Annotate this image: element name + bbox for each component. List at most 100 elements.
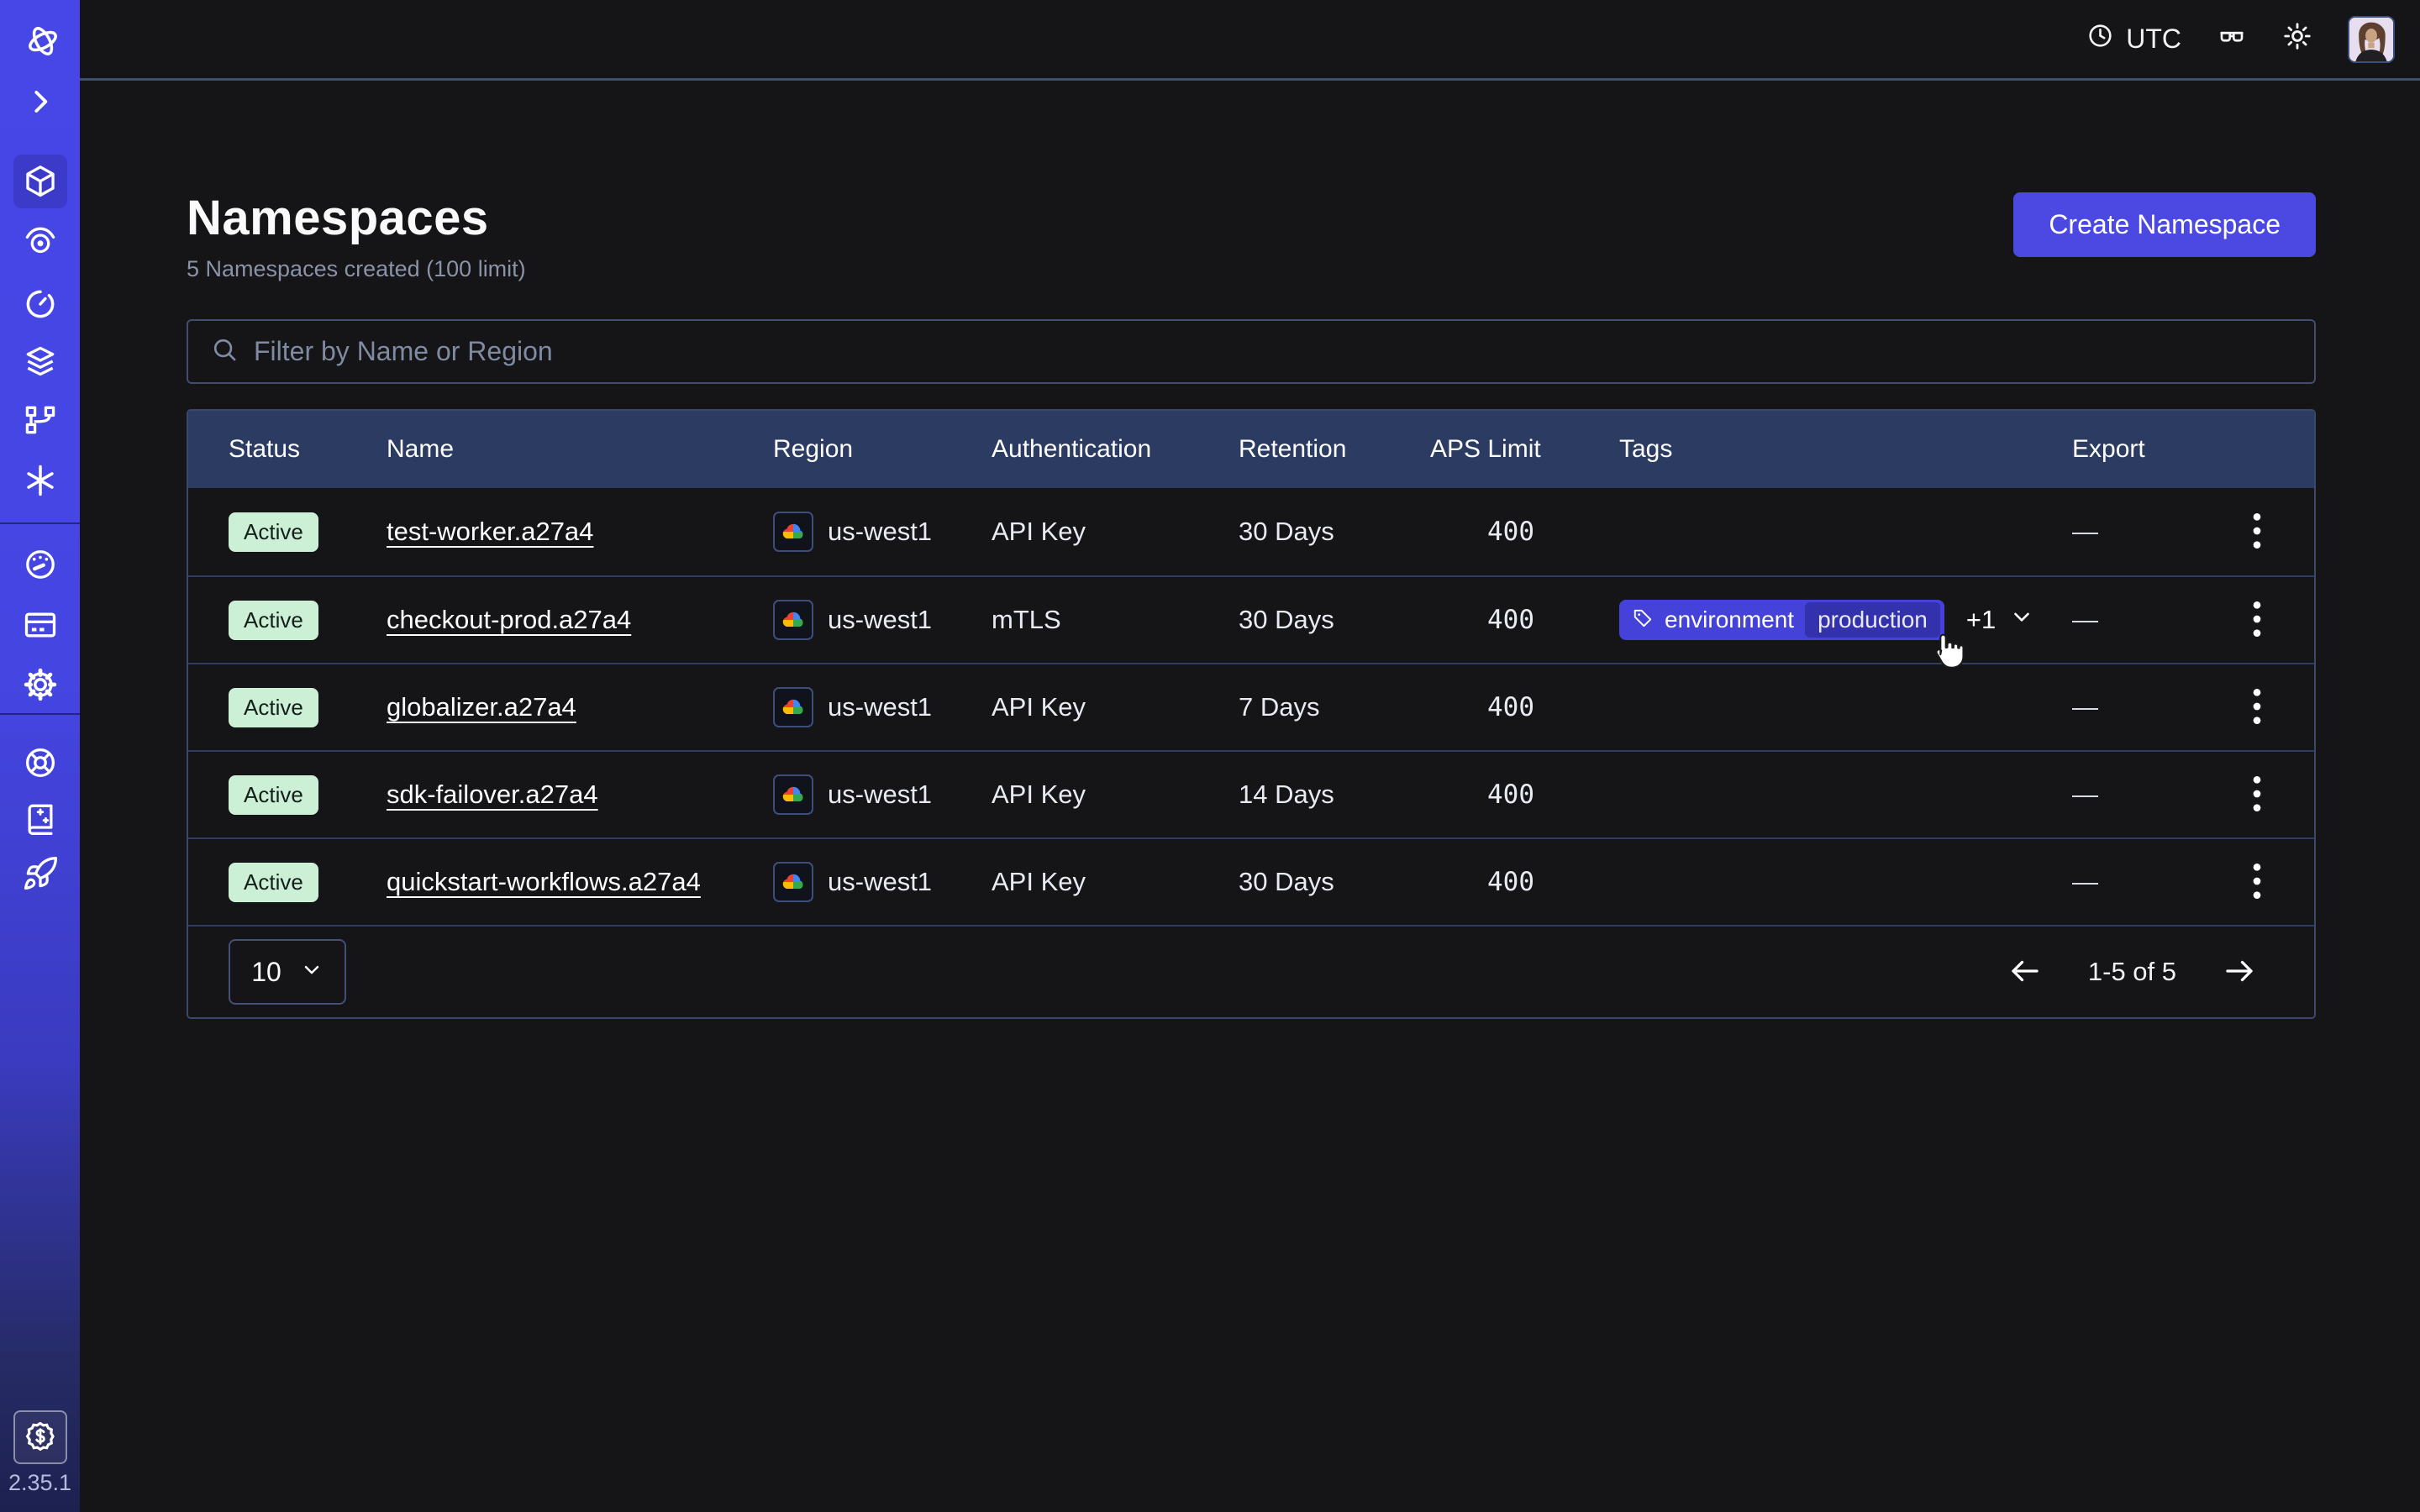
kebab-icon	[2253, 863, 2261, 902]
arrow-left-icon	[2007, 953, 2043, 991]
column-header-region: Region	[773, 435, 992, 464]
sidebar-divider	[0, 522, 80, 524]
kebab-icon	[2253, 688, 2261, 727]
table-footer: 10 1-5 of 5	[188, 925, 2314, 1017]
kebab-icon	[2253, 775, 2261, 815]
namespace-link[interactable]: test-worker.a27a4	[387, 517, 593, 547]
sidebar-item-layers[interactable]	[22, 343, 59, 380]
timezone-button[interactable]: UTC	[2086, 22, 2181, 56]
status-badge: Active	[229, 775, 318, 815]
eye-orbit-icon	[22, 223, 59, 260]
status-badge: Active	[229, 512, 318, 552]
tags-expand-button[interactable]: +1	[1966, 604, 2034, 636]
column-header-name: Name	[387, 435, 773, 464]
sidebar-item-branch[interactable]	[22, 402, 59, 438]
table-row: Active checkout-prod.a27a4 us-west1 mTLS…	[188, 575, 2314, 663]
sidebar-item-nexus[interactable]	[22, 462, 59, 499]
sidebar-item-billing[interactable]	[22, 606, 59, 643]
export-value: —	[2072, 867, 2237, 897]
page-size-select[interactable]: 10	[229, 939, 346, 1005]
labs-button[interactable]	[2217, 21, 2247, 58]
sidebar-item-support[interactable]	[22, 744, 59, 781]
retention-value: 30 Days	[1239, 867, 1430, 897]
lifebuoy-icon	[22, 744, 59, 781]
rocket-icon	[22, 855, 59, 892]
next-page-button[interactable]	[2222, 953, 2257, 991]
row-menu-button[interactable]	[2237, 855, 2277, 909]
layers-icon	[22, 343, 59, 380]
sidebar-item-namespaces[interactable]	[13, 155, 67, 208]
page-subtitle: 5 Namespaces created (100 limit)	[187, 256, 526, 282]
sidebar-expand-button[interactable]	[22, 83, 59, 120]
chevron-down-icon	[2009, 604, 2034, 636]
timer-icon	[22, 286, 59, 323]
cube-icon	[22, 163, 59, 200]
page-size-value: 10	[251, 957, 281, 988]
gear-icon	[22, 666, 59, 703]
aps-limit-value: 400	[1430, 780, 1619, 810]
column-header-status: Status	[229, 435, 387, 464]
timezone-label: UTC	[2126, 24, 2181, 55]
gauge-icon	[22, 546, 59, 583]
table-row: Active quickstart-workflows.a27a4 us-wes…	[188, 837, 2314, 925]
export-value: —	[2072, 605, 2237, 635]
sidebar-item-usage[interactable]	[22, 546, 59, 583]
chevron-down-icon	[300, 957, 324, 988]
google-cloud-icon	[773, 512, 813, 552]
badge-dollar-icon	[23, 1419, 58, 1457]
column-header-authentication: Authentication	[992, 435, 1239, 464]
column-header-retention: Retention	[1239, 435, 1430, 464]
topbar: UTC	[80, 0, 2420, 81]
aps-limit-value: 400	[1430, 517, 1619, 547]
auth-value: API Key	[992, 780, 1239, 810]
region-label: us-west1	[828, 692, 932, 722]
sidebar-item-schedules[interactable]	[22, 286, 59, 323]
page-title: Namespaces	[187, 189, 526, 248]
clock-icon	[2086, 22, 2114, 56]
sidebar-item-eye[interactable]	[22, 223, 59, 260]
status-badge: Active	[229, 601, 318, 640]
auth-value: mTLS	[992, 605, 1239, 635]
tag-key: environment	[1665, 606, 1794, 633]
row-menu-button[interactable]	[2237, 505, 2277, 559]
book-sparkle-icon	[22, 800, 59, 837]
tag-value: production	[1805, 602, 1940, 638]
table-row: Active test-worker.a27a4 us-west1 API Ke…	[188, 488, 2314, 575]
filter-input[interactable]	[254, 336, 2292, 367]
row-menu-button[interactable]	[2237, 680, 2277, 734]
git-branch-icon	[22, 402, 59, 438]
aps-limit-value: 400	[1430, 867, 1619, 897]
previous-page-button[interactable]	[2007, 953, 2043, 991]
google-cloud-icon	[773, 774, 813, 815]
sidebar-item-settings[interactable]	[22, 666, 59, 703]
namespace-link[interactable]: checkout-prod.a27a4	[387, 605, 631, 635]
aps-limit-value: 400	[1430, 605, 1619, 635]
retention-value: 14 Days	[1239, 780, 1430, 810]
sidebar-item-getting-started[interactable]	[22, 855, 59, 892]
kebab-icon	[2253, 512, 2261, 552]
namespace-link[interactable]: sdk-failover.a27a4	[387, 780, 598, 810]
create-namespace-button[interactable]: Create Namespace	[2013, 192, 2316, 257]
pricing-badge-button[interactable]	[13, 1410, 67, 1464]
sidebar-item-docs[interactable]	[22, 800, 59, 837]
row-menu-button[interactable]	[2237, 768, 2277, 822]
region-label: us-west1	[828, 867, 932, 897]
temporal-logo-icon	[22, 20, 59, 57]
retention-value: 30 Days	[1239, 605, 1430, 635]
user-avatar[interactable]	[2348, 16, 2395, 63]
tag-chip[interactable]: environment production	[1619, 600, 1944, 640]
export-value: —	[2072, 692, 2237, 722]
namespace-link[interactable]: globalizer.a27a4	[387, 692, 576, 722]
chevron-right-icon	[24, 86, 56, 118]
row-menu-button[interactable]	[2237, 593, 2277, 647]
google-cloud-icon	[773, 687, 813, 727]
sidebar-divider	[0, 713, 80, 715]
namespace-link[interactable]: quickstart-workflows.a27a4	[387, 867, 701, 897]
namespaces-page: 2.35.1 UTC	[0, 0, 2420, 1512]
tag-icon	[1632, 607, 1654, 633]
theme-toggle-button[interactable]	[2282, 21, 2312, 58]
retention-value: 30 Days	[1239, 517, 1430, 547]
export-value: —	[2072, 780, 2237, 810]
auth-value: API Key	[992, 867, 1239, 897]
asterisk-icon	[22, 462, 59, 499]
